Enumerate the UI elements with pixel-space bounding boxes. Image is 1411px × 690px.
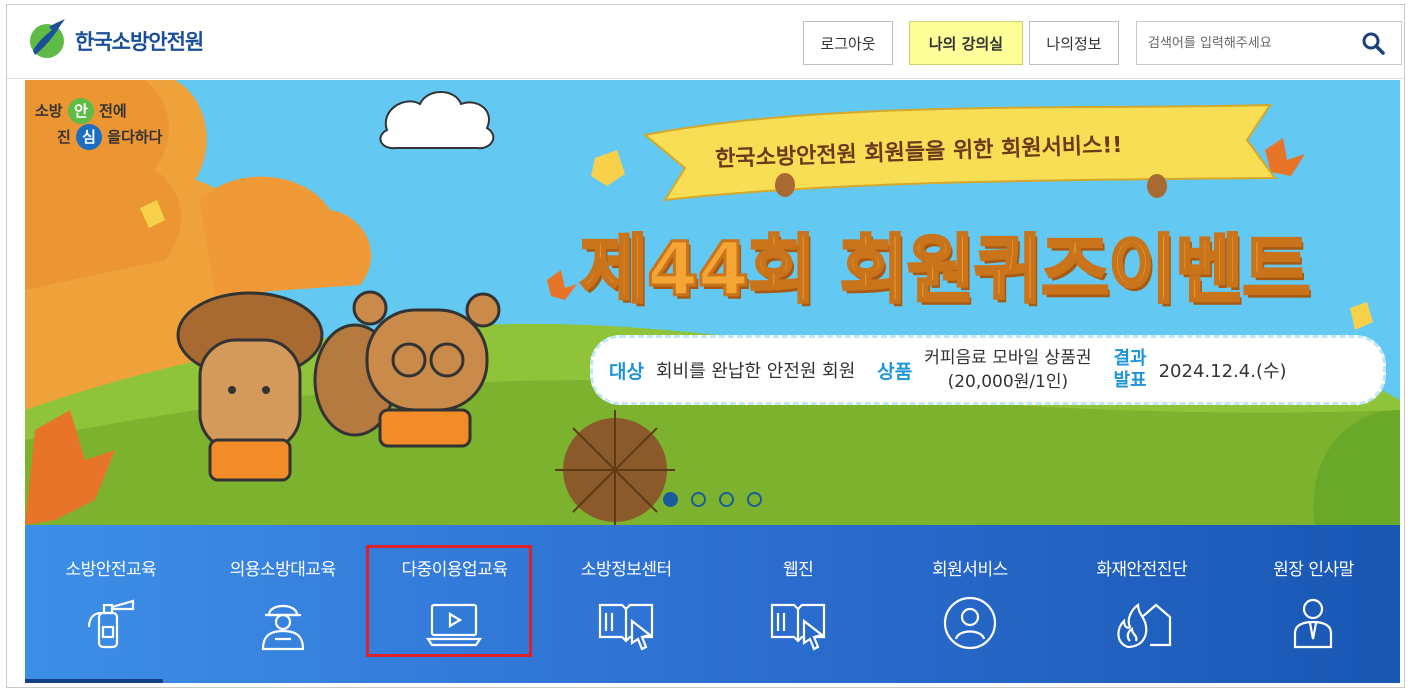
logout-button[interactable]: 로그아웃: [803, 21, 893, 65]
slogan-text: 진: [57, 128, 71, 146]
site-header: 한국소방안전원 로그아웃 나의 강의실 나의정보: [7, 5, 1404, 79]
menu-label: 소방정보센터: [580, 560, 672, 580]
menu-multi-use-business-education[interactable]: 다중이용업교육: [369, 525, 541, 683]
menu-fire-safety-diagnosis[interactable]: 화재안전진단: [1056, 525, 1228, 683]
menu-fire-safety-education[interactable]: 소방안전교육: [25, 525, 197, 683]
slogan: 소방 안 전에 진 심 을다하다: [35, 98, 162, 150]
result-key: 결과 발표: [1113, 348, 1146, 392]
slide-dot-4[interactable]: [747, 492, 762, 507]
slide-pagination: [663, 492, 762, 507]
menu-webzine[interactable]: 웹진: [712, 525, 884, 683]
target-key: 대상: [609, 360, 644, 383]
menu-label: 웹진: [782, 560, 814, 580]
browser-frame: 한국소방안전원 로그아웃 나의 강의실 나의정보 검색어를 입력해주세요 소방 …: [6, 4, 1405, 688]
menu-label: 소방안전교육: [65, 560, 157, 580]
nav-underline: [25, 679, 163, 683]
result-key-line: 발표: [1113, 370, 1147, 391]
user-circle-icon: [940, 594, 1000, 652]
event-title: 제44회 회원퀴즈이벤트: [578, 226, 1311, 315]
menu-label: 의용소방대교육: [229, 560, 336, 580]
slogan-text: 소방: [35, 102, 63, 120]
slide-dot-2[interactable]: [691, 492, 706, 507]
logo-mark-icon: [25, 17, 69, 65]
book-cursor-icon: [596, 594, 656, 652]
menu-volunteer-firefighter-education[interactable]: 의용소방대교육: [197, 525, 369, 683]
menu-member-service[interactable]: 회원서비스: [884, 525, 1056, 683]
slogan-text: 을다하다: [107, 128, 163, 146]
slogan-text: 전에: [99, 102, 127, 120]
quick-menu: 소방안전교육 의용소방대교육 다중이용업교육 소방정보센터 웹진 회원서비스 화…: [25, 525, 1400, 683]
house-fire-icon: [1112, 594, 1172, 652]
my-lecture-button[interactable]: 나의 강의실: [909, 21, 1023, 65]
book-cursor-icon: [768, 594, 828, 652]
menu-fire-information-center[interactable]: 소방정보센터: [540, 525, 712, 683]
firefighter-icon: [253, 594, 313, 652]
menu-label: 원장 인사말: [1273, 560, 1354, 580]
event-info-card: 대상 회비를 완납한 안전원 회원 상품 커피음료 모바일 상품권 (20,00…: [590, 335, 1386, 405]
site-logo[interactable]: 한국소방안전원: [25, 17, 204, 65]
event-banner[interactable]: 소방 안 전에 진 심 을다하다 한국소방안전원 회원들을 위한 회원서비스!!…: [25, 80, 1400, 525]
slide-dot-1[interactable]: [663, 492, 678, 507]
result-date: 2024.12.4.(수): [1158, 361, 1287, 382]
prize-line: 커피음료 모바일 상품권: [924, 348, 1092, 368]
laptop-play-icon: [424, 594, 484, 652]
slogan-circle: 심: [76, 124, 103, 150]
prize-value: 커피음료 모바일 상품권 (20,000원/1인): [924, 346, 1091, 394]
menu-label: 화재안전진단: [1096, 560, 1188, 580]
result-key-line: 결과: [1113, 348, 1147, 369]
person-tie-icon: [1283, 594, 1343, 652]
prize-key: 상품: [877, 360, 913, 383]
fire-extinguisher-icon: [81, 594, 141, 652]
logo-text: 한국소방안전원: [75, 30, 204, 54]
menu-label: 다중이용업교육: [401, 560, 508, 580]
prize-line: (20,000원/1인): [947, 372, 1069, 392]
search-box: [1136, 21, 1402, 65]
my-info-button[interactable]: 나의정보: [1029, 21, 1119, 65]
search-icon[interactable]: [1351, 22, 1395, 64]
menu-label: 회원서비스: [932, 560, 1008, 580]
menu-director-greeting[interactable]: 원장 인사말: [1228, 525, 1400, 683]
slide-dot-3[interactable]: [719, 492, 734, 507]
target-value: 회비를 완납한 안전원 회원: [655, 361, 856, 382]
slogan-circle: 안: [67, 98, 94, 124]
search-input[interactable]: [1137, 23, 1351, 63]
